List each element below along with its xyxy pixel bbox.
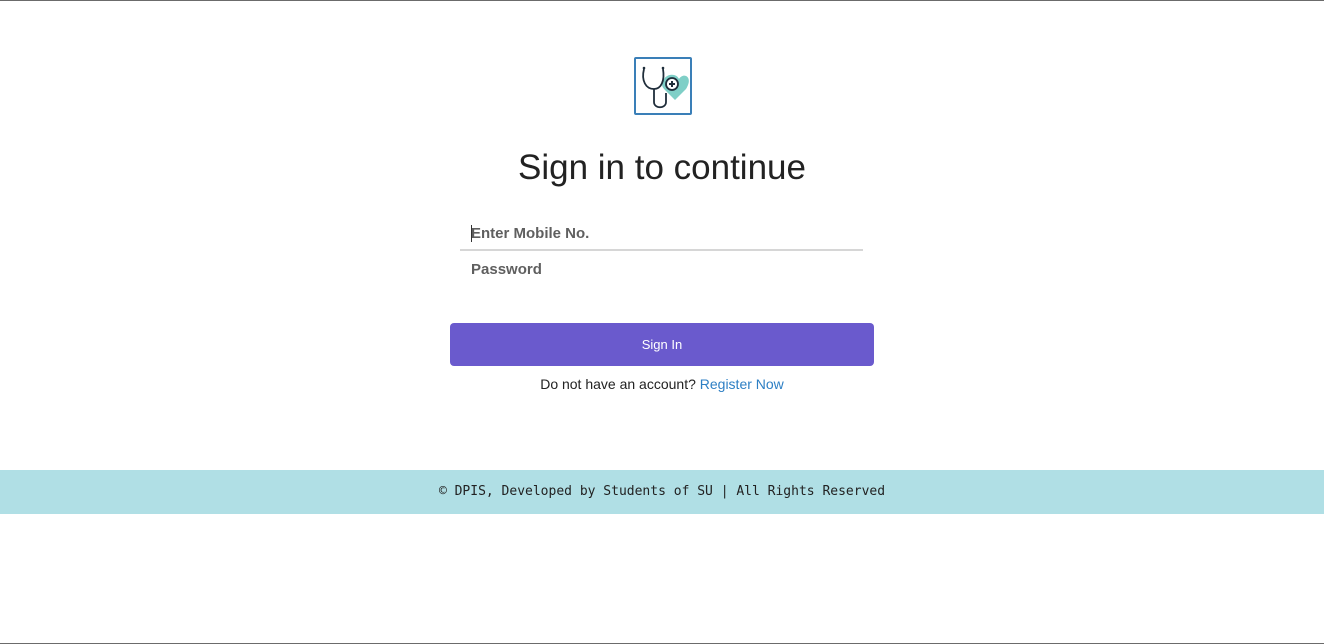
footer: © DPIS, Developed by Students of SU | Al… [0, 470, 1324, 514]
sign-in-page: Sign in to continue Sign In Do not have … [0, 0, 1324, 644]
sign-in-button[interactable]: Sign In [450, 323, 874, 366]
footer-copyright: © DPIS, Developed by Students of SU | Al… [438, 484, 886, 499]
mobile-number-input[interactable] [460, 217, 863, 251]
register-prompt: Do not have an account? Register Now [0, 376, 1324, 392]
stethoscope-logo-icon [634, 57, 692, 115]
register-prompt-text: Do not have an account? [540, 376, 700, 392]
register-now-link[interactable]: Register Now [700, 376, 784, 392]
text-cursor [471, 225, 472, 242]
password-input[interactable] [460, 252, 863, 286]
page-title: Sign in to continue [518, 148, 806, 187]
